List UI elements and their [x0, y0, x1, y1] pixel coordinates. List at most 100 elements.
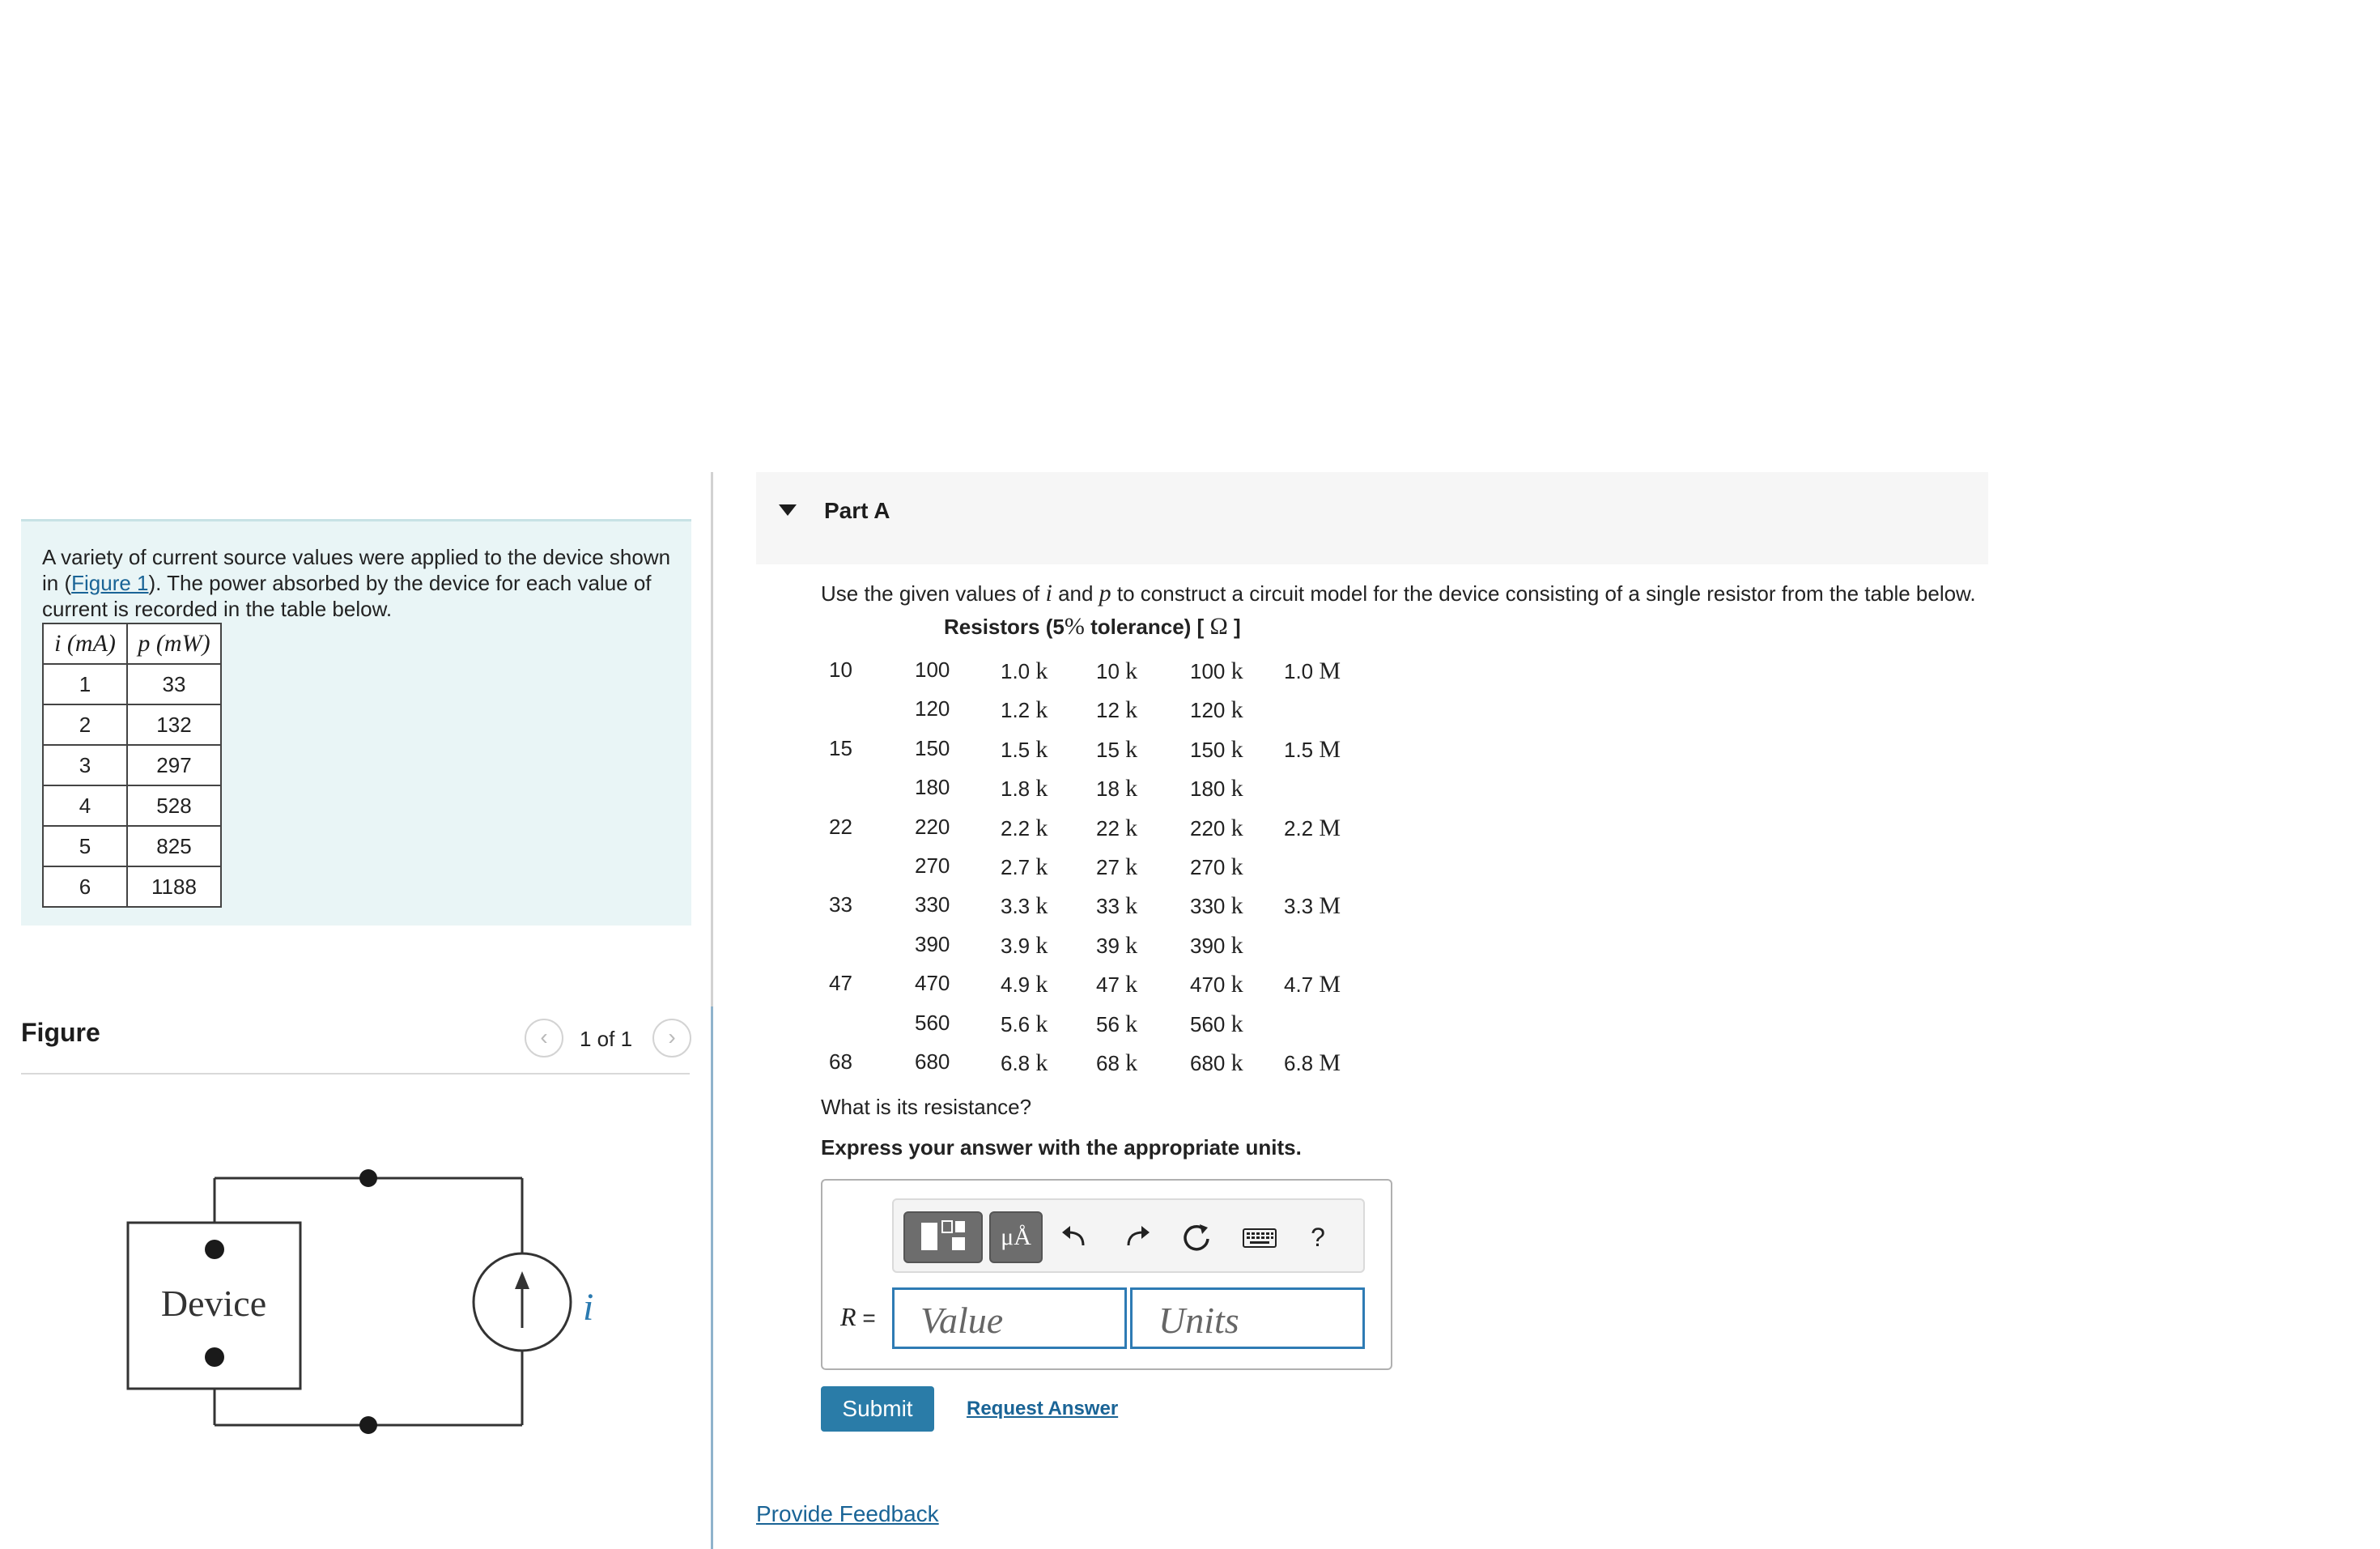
resistor-value: 470 k: [1190, 971, 1243, 998]
current-arrow: [515, 1271, 529, 1289]
chevron-left-icon[interactable]: ‹: [525, 1019, 563, 1057]
resistor-value: 560 k: [1190, 1011, 1243, 1037]
table-row: 3 297: [42, 744, 222, 786]
figure-link[interactable]: Figure 1: [71, 571, 148, 595]
resistor-value: 220: [915, 815, 950, 839]
reset-icon[interactable]: [1177, 1215, 1216, 1260]
redo-icon[interactable]: [1117, 1215, 1156, 1260]
resistor-value: 120 k: [1190, 696, 1243, 723]
resistor-value: 6.8 k: [1001, 1049, 1048, 1076]
cell-power: 297: [126, 744, 222, 786]
units-input[interactable]: [1130, 1287, 1365, 1349]
resistor-value: 180: [915, 775, 950, 799]
resistor-value: 2.2 k: [1001, 815, 1048, 841]
resistor-value: 22 k: [1096, 815, 1138, 841]
resistor-value: 2.2 M: [1284, 815, 1341, 841]
answer-box: μÅ ? R = Value Units: [821, 1179, 1392, 1370]
resistor-value: 1.8 k: [1001, 775, 1048, 802]
resistor-value: 390: [915, 932, 950, 956]
device-label: Device: [161, 1283, 266, 1324]
resistor-value: 68 k: [1096, 1049, 1138, 1076]
submit-button[interactable]: Submit: [821, 1386, 934, 1432]
resistor-value: 6.8 M: [1284, 1049, 1341, 1076]
request-answer-link[interactable]: Request Answer: [967, 1398, 1118, 1420]
resistor-value: 4.7 M: [1284, 971, 1341, 998]
resistor-value: 33 k: [1096, 892, 1138, 919]
resistor-value: 1.2 k: [1001, 696, 1048, 723]
resistor-value: 390 k: [1190, 932, 1243, 959]
node-top: [359, 1169, 377, 1187]
resistor-value: 330: [915, 892, 950, 917]
chevron-right-icon[interactable]: ›: [652, 1019, 691, 1057]
resistor-value: 680 k: [1190, 1049, 1243, 1076]
table-row: 4 528: [42, 785, 222, 827]
answer-label: R =: [840, 1302, 876, 1331]
caret-down-icon[interactable]: [779, 504, 797, 516]
figure-divider: [21, 1073, 690, 1075]
resistor-value: 470: [915, 971, 950, 995]
resistor-value: 15 k: [1096, 736, 1138, 763]
cell-current: 2: [42, 704, 128, 746]
cell-current: 5: [42, 825, 128, 867]
part-title: Part A: [824, 498, 890, 523]
current-power-table: i (mA) p (mW) 1 33 2 132 3 297 4 528 5 825 61…: [42, 623, 222, 908]
circuit-diagram: Device i: [126, 1169, 593, 1434]
undo-icon[interactable]: [1056, 1215, 1094, 1260]
resistor-value: 47 k: [1096, 971, 1138, 998]
resistor-value: 22: [829, 815, 852, 839]
cell-power: 33: [126, 663, 222, 705]
resistor-table-title: Resistors (5% tolerance) [ Ω ]: [944, 613, 1241, 640]
units-instruction: Express your answer with the appropriate…: [821, 1135, 1302, 1160]
units-button[interactable]: μÅ: [989, 1211, 1043, 1263]
resistor-value: 12 k: [1096, 696, 1138, 723]
resistor-value: 2.7 k: [1001, 853, 1048, 880]
device-terminal-bottom: [205, 1347, 224, 1367]
resistor-value: 680: [915, 1049, 950, 1074]
help-icon[interactable]: ?: [1298, 1215, 1337, 1260]
cell-current: 1: [42, 663, 128, 705]
resistor-value: 1.0 k: [1001, 657, 1048, 684]
resistor-value: 150: [915, 736, 950, 760]
resistor-value: 27 k: [1096, 853, 1138, 880]
header-power: p (mW): [126, 623, 222, 665]
resistor-value: 3.3 M: [1284, 892, 1341, 919]
keyboard-icon[interactable]: [1240, 1215, 1279, 1260]
figure-title: Figure: [21, 1018, 100, 1047]
cell-power: 132: [126, 704, 222, 746]
device-terminal-top: [205, 1240, 224, 1259]
resistor-value: 15: [829, 736, 852, 760]
provide-feedback-link[interactable]: Provide Feedback: [756, 1501, 939, 1527]
current-label: i: [583, 1286, 593, 1329]
resistor-value: 1.5 M: [1284, 736, 1341, 763]
resistor-value: 180 k: [1190, 775, 1243, 802]
resistance-question: What is its resistance?: [821, 1095, 1032, 1119]
resistor-value: 120: [915, 696, 950, 721]
value-input[interactable]: [892, 1287, 1127, 1349]
problem-statement: A variety of current source values were …: [21, 519, 691, 926]
cell-power: 1188: [126, 866, 222, 908]
resistor-value: 33: [829, 892, 852, 917]
resistor-value: 47: [829, 971, 852, 995]
resistor-value: 39 k: [1096, 932, 1138, 959]
resistor-value: 330 k: [1190, 892, 1243, 919]
resistor-value: 560: [915, 1011, 950, 1035]
cell-current: 3: [42, 744, 128, 786]
resistor-value: 3.9 k: [1001, 932, 1048, 959]
templates-icon[interactable]: [903, 1211, 983, 1263]
cell-current: 6: [42, 866, 128, 908]
table-row: 2 132: [42, 704, 222, 746]
resistor-value: 68: [829, 1049, 852, 1074]
table-row: 1 33: [42, 663, 222, 705]
cell-power: 528: [126, 785, 222, 827]
resistor-value: 150 k: [1190, 736, 1243, 763]
question-text: Use the given values of i and p to const…: [821, 580, 1976, 606]
resistor-value: 220 k: [1190, 815, 1243, 841]
part-a-header[interactable]: Part A: [756, 472, 1988, 564]
resistor-value: 1.5 k: [1001, 736, 1048, 763]
resistor-value: 18 k: [1096, 775, 1138, 802]
resistor-value: 100 k: [1190, 657, 1243, 684]
resistor-value: 5.6 k: [1001, 1011, 1048, 1037]
table-row: 5 825: [42, 825, 222, 867]
resistor-value: 56 k: [1096, 1011, 1138, 1037]
resistor-value: 270: [915, 853, 950, 878]
